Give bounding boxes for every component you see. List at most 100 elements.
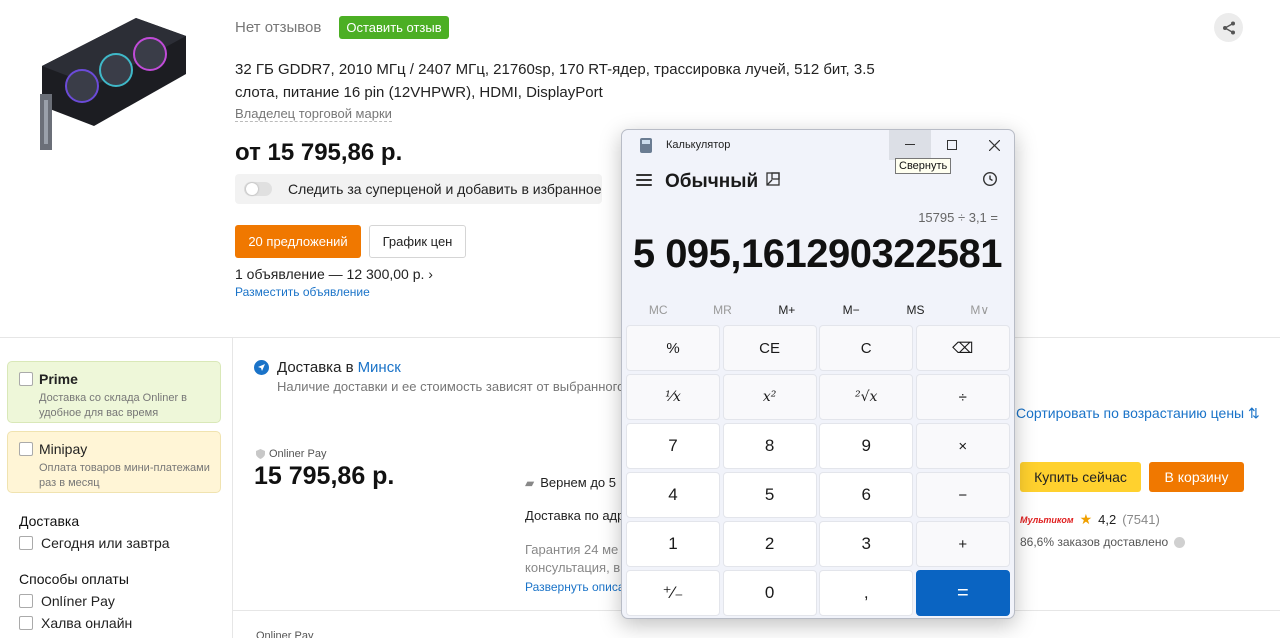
minimize-button[interactable]	[889, 130, 931, 160]
ads-link[interactable]: 1 объявление — 12 300,00 р. ›	[235, 266, 433, 282]
buy-now-button[interactable]: Купить сейчас	[1020, 462, 1141, 492]
equals-button[interactable]: =	[915, 570, 1010, 616]
expand-description-link[interactable]: Развернуть описа	[525, 580, 625, 594]
offers-button[interactable]: 20 предложений	[235, 225, 361, 258]
halva-checkbox[interactable]	[19, 616, 33, 630]
leave-review-button[interactable]: Оставить отзыв	[339, 16, 449, 39]
memory-recall-button[interactable]: MR	[690, 300, 754, 320]
digit-9-button[interactable]: 9	[819, 423, 914, 469]
digit-2-button[interactable]: 2	[722, 521, 817, 567]
shop-logo[interactable]: Мультиком	[1020, 515, 1074, 525]
warranty-text: Гарантия 24 ме консультация, в	[525, 541, 620, 577]
price-chart-button[interactable]: График цен	[369, 225, 466, 258]
delivery-filter-option[interactable]: Сегодня или завтра	[19, 535, 170, 551]
result-display: 5 095,161290322581	[632, 232, 1003, 276]
maximize-button[interactable]	[931, 130, 973, 160]
minipay-title: Minipay	[39, 441, 88, 457]
square-button[interactable]: x²	[722, 374, 817, 420]
digit-3-button[interactable]: 3	[819, 521, 914, 567]
product-image[interactable]	[36, 14, 192, 154]
clear-button[interactable]: C	[819, 325, 914, 371]
square-root-button[interactable]: ²√x	[819, 374, 914, 420]
percent-button[interactable]: %	[626, 325, 720, 371]
info-icon[interactable]	[1174, 536, 1186, 548]
window-title: Калькулятор	[666, 139, 731, 151]
digit-7-button[interactable]: 7	[626, 423, 720, 469]
delivery-address-text: Доставка по адр	[525, 508, 625, 523]
prime-checkbox[interactable]	[19, 372, 33, 386]
digit-8-button[interactable]: 8	[722, 423, 817, 469]
digit-5-button[interactable]: 5	[722, 472, 817, 518]
keypad: % CE C ⌫ ¹⁄x x² ²√x ÷ 7 8 9 × 4 5 6 − 1 …	[626, 325, 1012, 616]
digit-6-button[interactable]: 6	[819, 472, 914, 518]
payment-option-label: Onlíner Pay	[41, 593, 115, 609]
divide-button[interactable]: ÷	[915, 374, 1010, 420]
calculator-mode-title: Обычный	[665, 171, 759, 192]
reciprocal-button[interactable]: ¹⁄x	[626, 374, 720, 420]
multiply-button[interactable]: ×	[915, 423, 1010, 469]
memory-clear-button[interactable]: MC	[626, 300, 690, 320]
close-icon	[988, 139, 1000, 151]
clear-entry-button[interactable]: CE	[722, 325, 817, 371]
payment-option-halva[interactable]: Халва онлайн	[19, 615, 132, 631]
menu-icon[interactable]	[636, 174, 652, 186]
share-button[interactable]	[1214, 13, 1243, 42]
subtract-button[interactable]: −	[915, 472, 1010, 518]
delivery-label: Доставка в	[277, 359, 354, 376]
add-button[interactable]: +	[915, 521, 1010, 567]
payment-option-onliner-pay[interactable]: Onlíner Pay	[19, 593, 115, 609]
payment-filter-title: Способы оплаты	[19, 571, 129, 587]
product-specs: 32 ГБ GDDR7, 2010 МГц / 2407 МГц, 21760s…	[235, 61, 875, 101]
shop-review-count: (7541)	[1122, 512, 1160, 527]
minipay-checkbox[interactable]	[19, 442, 33, 456]
digit-4-button[interactable]: 4	[626, 472, 720, 518]
delivery-city-link[interactable]: Минск	[358, 359, 401, 376]
offer-price: 15 795,86 р.	[254, 462, 395, 490]
prime-title: Prime	[39, 371, 78, 387]
delivery-checkbox[interactable]	[19, 536, 33, 550]
add-to-cart-button[interactable]: В корзину	[1149, 462, 1244, 492]
track-price-toggle-row[interactable]: Следить за суперценой и добавить в избра…	[235, 174, 602, 204]
track-price-toggle[interactable]	[244, 182, 272, 196]
minipay-filter[interactable]: Minipay Оплата товаров мини-платежами ра…	[7, 431, 221, 493]
onliner-pay-badge: Onliner Pay	[256, 448, 326, 460]
refund-row: ▰ Вернем до 5	[525, 475, 616, 490]
decimal-button[interactable]: ,	[819, 570, 914, 616]
money-icon: ▰	[525, 475, 535, 490]
sort-by-price-link[interactable]: Сортировать по возрастанию цены ⇅	[1016, 405, 1260, 422]
memory-store-button[interactable]: MS	[883, 300, 947, 320]
minimize-icon	[905, 144, 915, 145]
no-reviews-text: Нет отзывов	[235, 19, 322, 36]
delivery-note: Наличие доставки и ее стоимость зависят …	[277, 379, 635, 394]
memory-subtract-button[interactable]: M−	[819, 300, 883, 320]
trademark-owner-link[interactable]: Владелец торговой марки	[235, 106, 392, 122]
warranty-line: консультация, в	[525, 560, 621, 575]
shop-rating-row[interactable]: Мультиком ★ 4,2 (7541)	[1020, 511, 1160, 528]
memory-list-button[interactable]: M∨	[948, 300, 1012, 320]
memory-row: MC MR M+ M− MS M∨	[626, 300, 1012, 320]
delivery-option-label: Сегодня или завтра	[41, 535, 170, 551]
close-button[interactable]	[973, 130, 1014, 160]
onliner-pay-checkbox[interactable]	[19, 594, 33, 608]
shield-icon	[256, 449, 265, 459]
digit-0-button[interactable]: 0	[722, 570, 817, 616]
prime-desc: Доставка со склада Onliner в удобное для…	[39, 392, 188, 419]
history-icon[interactable]	[982, 171, 998, 192]
track-price-label: Следить за суперценой и добавить в избра…	[288, 181, 602, 197]
maximize-icon	[947, 140, 957, 150]
digit-1-button[interactable]: 1	[626, 521, 720, 567]
expression-display: 15795 ÷ 3,1 =	[918, 210, 998, 225]
negate-button[interactable]: ⁺⁄₋	[626, 570, 720, 616]
keep-on-top-icon[interactable]	[766, 172, 780, 190]
calculator-window[interactable]: Калькулятор Свернуть Обычный 15795 ÷ 3,1…	[621, 129, 1015, 619]
post-ad-link[interactable]: Разместить объявление	[235, 285, 370, 299]
calculator-titlebar[interactable]: Калькулятор	[622, 130, 1014, 160]
memory-add-button[interactable]: M+	[755, 300, 819, 320]
price-from: от 15 795,86 р.	[235, 139, 403, 166]
delivery-filter-title: Доставка	[19, 513, 80, 529]
sidebar-divider	[232, 338, 233, 638]
onliner-pay-label: Onliner Pay	[269, 448, 327, 460]
share-icon	[1222, 21, 1235, 34]
prime-filter[interactable]: Prime Доставка со склада Onliner в удобн…	[7, 361, 221, 423]
backspace-button[interactable]: ⌫	[915, 325, 1010, 371]
